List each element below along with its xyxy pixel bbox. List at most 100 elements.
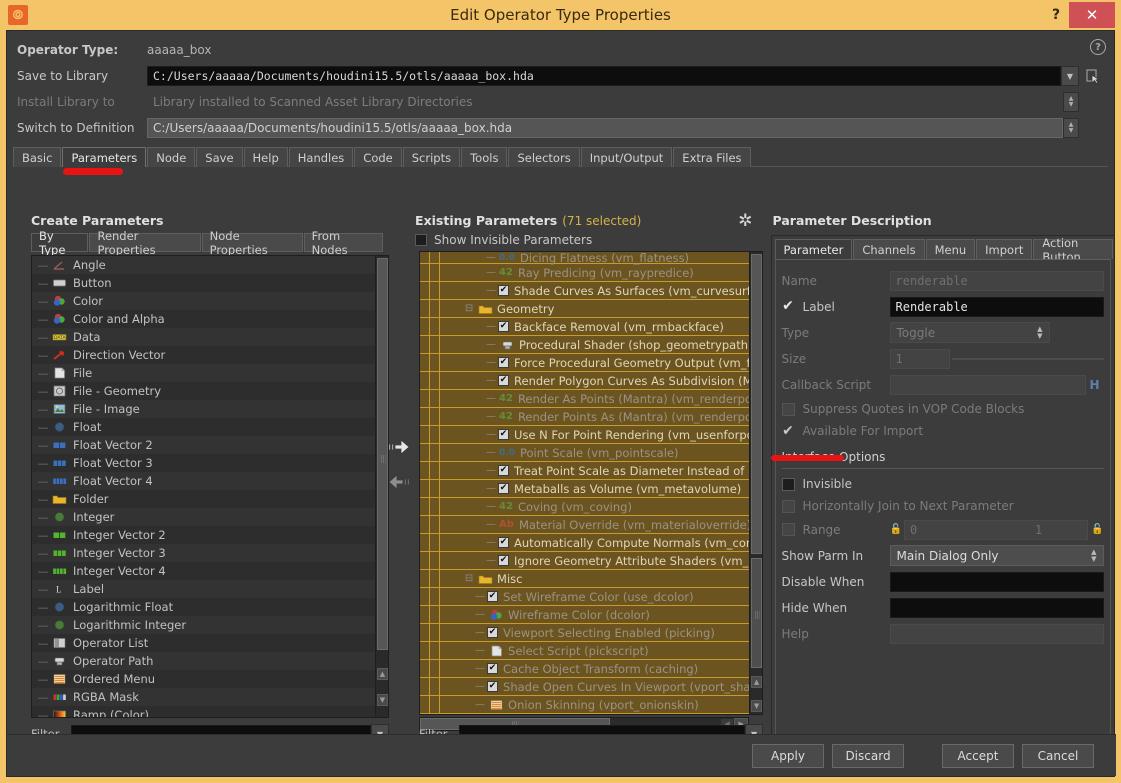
scroll-down-arrow[interactable]: ▼ <box>377 694 388 706</box>
tab-scripts[interactable]: Scripts <box>402 147 461 167</box>
existing-parameter-row[interactable]: — ✔ Shade Open Curves In Viewport (vport_s… <box>420 678 750 696</box>
tab-code[interactable]: Code <box>354 147 402 167</box>
apply-button[interactable]: Apply <box>752 743 824 768</box>
create-parameter-item[interactable]: — File <box>32 364 375 382</box>
create-parameter-item[interactable]: — Operator Path <box>32 652 375 670</box>
tab-input-output[interactable]: Input/Output <box>580 147 673 167</box>
create-parameter-item[interactable]: — Integer Vector 3 <box>32 544 375 562</box>
create-tab-by-type[interactable]: By Type <box>31 229 89 257</box>
create-parameter-item[interactable]: — Integer <box>32 508 375 526</box>
invisible-row[interactable]: Invisible <box>781 473 1104 495</box>
existing-parameter-row[interactable]: — Select Script (pickscript) <box>420 642 750 660</box>
label-input[interactable]: Renderable <box>889 296 1104 317</box>
existing-parameter-row[interactable]: — ✔ Viewport Selecting Enabled (picking) <box>420 624 750 642</box>
tab-selectors[interactable]: Selectors <box>508 147 580 167</box>
existing-parameter-row[interactable]: — Ab Material Override (vm_materialoverrid… <box>420 516 750 534</box>
label-checkbox[interactable]: ✔ <box>782 299 795 313</box>
tab-handles[interactable]: Handles <box>288 147 354 167</box>
existing-parameter-row[interactable]: —42 Render As Points (Mantra) (vm_renderp… <box>420 390 750 408</box>
existing-parameter-row[interactable]: — ✔ Use N For Point Rendering (vm_usenforp… <box>420 426 750 444</box>
existing-parameter-row[interactable]: ⊟ Geometry <box>420 300 750 318</box>
create-parameter-item[interactable]: — Float Vector 2 <box>32 436 375 454</box>
toggle-checkbox-icon[interactable]: ✔ <box>498 375 510 386</box>
scroll-up-arrow[interactable]: ▲ <box>377 668 388 680</box>
existing-parameter-row[interactable]: — ✔ Treat Point Scale as Diameter Instead … <box>420 462 750 480</box>
existing-parameter-row[interactable]: —0.0 Point Scale (vm_pointscale) <box>420 444 750 462</box>
invisible-checkbox[interactable] <box>781 477 795 491</box>
create-parameter-item[interactable]: — Folder <box>32 490 375 508</box>
existing-parameter-row[interactable]: ⊟ Misc <box>420 570 750 588</box>
tree-expander-icon[interactable]: ⊟ <box>462 303 476 314</box>
toggle-checkbox-icon[interactable]: ✔ <box>498 555 510 566</box>
toggle-checkbox-icon[interactable]: ✔ <box>498 357 510 368</box>
show-parm-in-select[interactable]: Main Dialog Only ▲ ▼ <box>889 545 1104 566</box>
create-parameter-item[interactable]: — File - Image <box>32 400 375 418</box>
existing-parameters-scrollbar[interactable]: ▲ ▼ <box>749 252 763 714</box>
toggle-checkbox-icon[interactable]: ✔ <box>498 537 510 548</box>
existing-parameter-row[interactable]: — ✔ Cache Object Transform (caching) <box>420 660 750 678</box>
create-parameter-item[interactable]: — Button <box>32 274 375 292</box>
create-parameters-scrollbar[interactable]: ▲ ▼ <box>375 256 388 717</box>
toggle-checkbox-icon[interactable]: ✔ <box>498 429 510 440</box>
toggle-checkbox-icon[interactable]: ✔ <box>487 681 499 692</box>
header-help-icon[interactable]: ? <box>1090 39 1106 55</box>
transfer-right-arrow-icon[interactable] <box>387 438 411 459</box>
create-parameter-item[interactable]: — Integer Vector 2 <box>32 526 375 544</box>
show-invisible-parameters-row[interactable]: Show Invisible Parameters <box>415 233 758 247</box>
discard-button[interactable]: Discard <box>832 743 904 768</box>
scroll-up-arrow[interactable]: ▲ <box>751 676 763 688</box>
existing-parameter-row[interactable]: — ✔ Set Wireframe Color (use_dcolor) <box>420 588 750 606</box>
create-parameter-item[interactable]: — RGBA Mask <box>32 688 375 706</box>
param-tab-import[interactable]: Import <box>976 239 1033 259</box>
disable-when-input[interactable] <box>889 571 1104 592</box>
create-parameter-item[interactable]: — Operator List <box>32 634 375 652</box>
tree-expander-icon[interactable]: ⊟ <box>462 573 476 584</box>
param-tab-channels[interactable]: Channels <box>853 239 925 259</box>
save-to-library-input[interactable]: C:/Users/aaaaa/Documents/houdini15.5/otl… <box>147 66 1061 86</box>
transfer-left-arrow-icon[interactable] <box>387 473 411 494</box>
toggle-checkbox-icon[interactable]: ✔ <box>487 591 499 602</box>
param-tab-menu[interactable]: Menu <box>925 239 976 259</box>
toggle-checkbox-icon[interactable]: ✔ <box>498 285 510 296</box>
toggle-checkbox-icon[interactable]: ✔ <box>487 663 499 674</box>
create-parameter-item[interactable]: — Color <box>32 292 375 310</box>
scrollbar-thumb[interactable] <box>751 254 763 554</box>
gear-icon[interactable]: ✲ <box>738 211 752 231</box>
existing-parameter-row[interactable]: —0.0 Dicing Flatness (vm_flatness) <box>420 252 750 265</box>
scroll-down-arrow[interactable]: ▼ <box>751 700 763 712</box>
existing-parameter-row[interactable]: — ✔ Metaballs as Volume (vm_metavolume) <box>420 480 750 498</box>
existing-parameter-row[interactable]: — Wireframe Color (dcolor) <box>420 606 750 624</box>
create-parameter-item[interactable]: — L Label <box>32 580 375 598</box>
create-parameter-item[interactable]: — Float Vector 4 <box>32 472 375 490</box>
tab-tools[interactable]: Tools <box>461 147 508 167</box>
toggle-checkbox-icon[interactable]: ✔ <box>498 483 510 494</box>
existing-parameter-row[interactable]: — ✔ Shade Curves As Surfaces (vm_curvesurf… <box>420 282 750 300</box>
param-tab-action-button[interactable]: Action Button <box>1033 236 1113 264</box>
create-parameter-item[interactable]: — DATA Data <box>32 328 375 346</box>
tab-extra-files[interactable]: Extra Files <box>673 147 751 167</box>
create-parameters-list[interactable]: — Angle — Button — Color — Color and Alpha — DATA… <box>32 256 375 717</box>
create-parameter-item[interactable]: — Color and Alpha <box>32 310 375 328</box>
toggle-checkbox-icon[interactable]: ✔ <box>487 627 499 638</box>
existing-parameter-row[interactable]: — ✔ Ignore Geometry Attribute Shaders (vm_… <box>420 552 750 570</box>
existing-parameter-row[interactable]: —42 Ray Predicing (vm_raypredice) <box>420 264 750 282</box>
existing-parameter-row[interactable]: — ✔ Backface Removal (vm_rmbackface) <box>420 318 750 336</box>
create-parameter-item[interactable]: — Logarithmic Integer <box>32 616 375 634</box>
existing-parameter-row[interactable]: — Procedural Shader (shop_geometrypath) <box>420 336 750 354</box>
toggle-checkbox-icon[interactable]: ✔ <box>498 465 510 476</box>
tab-basic[interactable]: Basic <box>13 147 62 167</box>
scrollbar-thumb[interactable] <box>377 258 388 650</box>
existing-parameter-row[interactable]: — ✔ Force Procedural Geometry Output (vm_f… <box>420 354 750 372</box>
tab-help[interactable]: Help <box>243 147 288 167</box>
create-tab-render-properties[interactable]: Render Properties <box>89 229 201 257</box>
create-tab-from-nodes[interactable]: From Nodes <box>303 229 383 257</box>
switch-definition-value[interactable]: C:/Users/aaaaa/Documents/houdini15.5/otl… <box>147 118 1063 138</box>
create-parameter-item[interactable]: — Integer Vector 4 <box>32 562 375 580</box>
create-parameter-item[interactable]: — Float Vector 3 <box>32 454 375 472</box>
existing-parameter-row[interactable]: —42 Coving (vm_coving) <box>420 498 750 516</box>
show-invisible-checkbox[interactable] <box>415 234 428 246</box>
existing-parameter-row[interactable]: — ✔ Render Polygon Curves As Subdivision (… <box>420 372 750 390</box>
save-to-library-dropdown[interactable]: ▼ <box>1061 66 1079 86</box>
tab-parameters[interactable]: Parameters <box>62 147 147 167</box>
create-parameter-item[interactable]: — Angle <box>32 256 375 274</box>
